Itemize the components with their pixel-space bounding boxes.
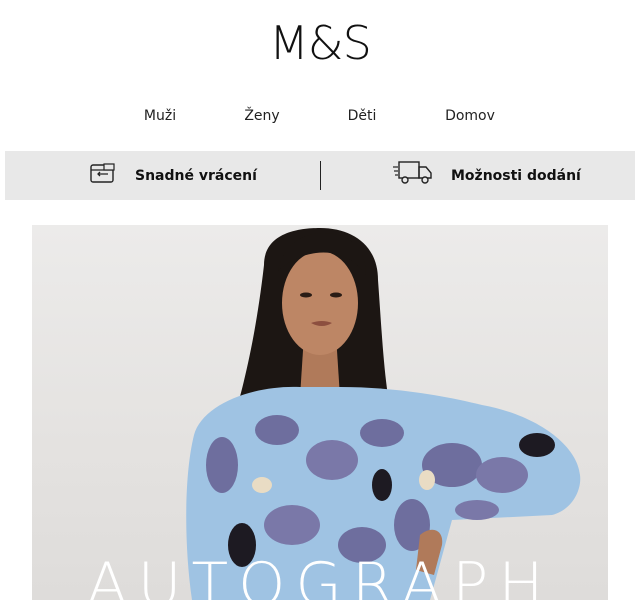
hero-model-image [186,228,581,600]
service-divider [320,161,321,190]
returns-box-icon [89,161,117,190]
service-bar: Snadné vrácení Možnosti dodání [5,151,635,200]
brand-logo[interactable]: M&S [0,16,640,70]
delivery-options-label: Možnosti dodání [451,167,581,184]
nav-item-kids[interactable]: Děti [348,108,377,124]
easy-returns-label: Snadné vrácení [135,167,257,184]
delivery-options-link[interactable]: Možnosti dodání [393,151,581,200]
main-nav: Muži Ženy Děti Domov [0,108,640,128]
nav-item-women[interactable]: Ženy [244,108,279,124]
hero-headline: AUTOGRAPH [86,550,554,600]
nav-item-men[interactable]: Muži [144,108,176,124]
hero-banner[interactable]: AUTOGRAPH [32,225,608,600]
delivery-truck-icon [393,159,433,192]
easy-returns-link[interactable]: Snadné vrácení [89,151,257,200]
nav-item-home[interactable]: Domov [445,108,495,124]
